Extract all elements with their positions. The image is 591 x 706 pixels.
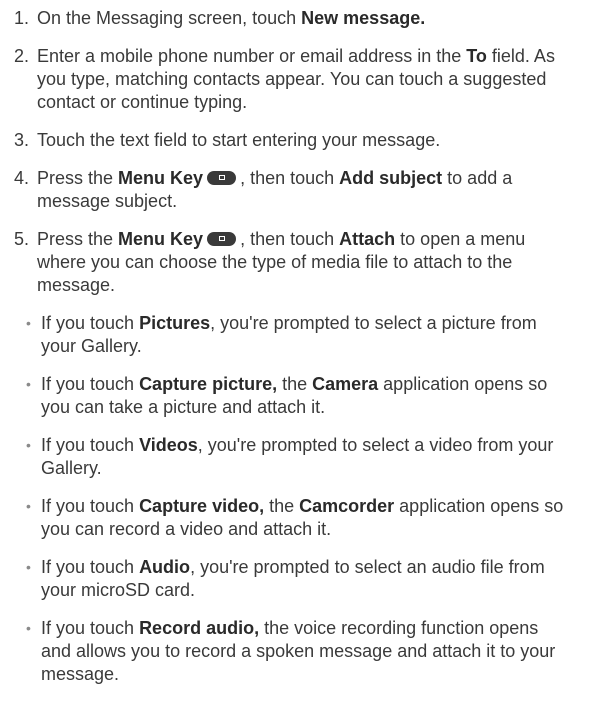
ui-term: Videos bbox=[139, 435, 198, 455]
step-item: 3. Touch the text field to start entering… bbox=[14, 129, 571, 152]
text-run: On the Messaging screen, touch bbox=[37, 8, 302, 28]
attach-option-item: • If you touch Pictures, you're prompted … bbox=[26, 312, 571, 358]
attach-option-text: If you touch Capture video, the Camcorde… bbox=[41, 495, 571, 541]
step-text: On the Messaging screen, touch New messa… bbox=[37, 7, 571, 30]
bullet-icon: • bbox=[26, 315, 31, 331]
step-number: 2. bbox=[14, 46, 30, 66]
text-run: Touch the text field to start entering y… bbox=[37, 130, 441, 150]
step-text: Press the Menu Key, then touch Attach to… bbox=[37, 228, 571, 297]
attach-option-text: If you touch Videos, you're prompted to … bbox=[41, 434, 571, 480]
ui-term: Capture picture, bbox=[139, 374, 278, 394]
step-item: 1. On the Messaging screen, touch New mes… bbox=[14, 7, 571, 30]
step-text: Touch the text field to start entering y… bbox=[37, 129, 571, 152]
text-run: , then touch bbox=[240, 168, 340, 188]
ui-term: Menu Key bbox=[118, 229, 204, 249]
attach-option-text: If you touch Capture picture, the Camera… bbox=[41, 373, 571, 419]
ui-term: To bbox=[466, 46, 487, 66]
steps-list: 1. On the Messaging screen, touch New mes… bbox=[14, 7, 571, 297]
bullet-icon: • bbox=[26, 498, 31, 514]
text-run: If you touch bbox=[41, 435, 140, 455]
ui-term: Menu Key bbox=[118, 168, 204, 188]
text-run: Press the bbox=[37, 229, 119, 249]
ui-term: Pictures bbox=[139, 313, 211, 333]
attach-option-text: If you touch Record audio, the voice rec… bbox=[41, 617, 571, 686]
step-item: 5. Press the Menu Key, then touch Attach … bbox=[14, 228, 571, 297]
text-run: the bbox=[264, 496, 300, 516]
text-run: , then touch bbox=[240, 229, 340, 249]
step-number: 3. bbox=[14, 130, 30, 150]
ui-term: Camcorder bbox=[299, 496, 395, 516]
text-run: If you touch bbox=[41, 313, 140, 333]
text-run: If you touch bbox=[41, 618, 140, 638]
attach-option-text: If you touch Audio, you're prompted to s… bbox=[41, 556, 571, 602]
bullet-icon: • bbox=[26, 376, 31, 392]
attach-option-item: • If you touch Capture picture, the Camer… bbox=[26, 373, 571, 419]
step-item: 4. Press the Menu Key , then touch Add sub… bbox=[14, 167, 571, 213]
attach-options-list: • If you touch Pictures, you're prompted … bbox=[26, 312, 571, 686]
ui-term: New message. bbox=[301, 8, 426, 28]
ui-term: Add subject bbox=[339, 168, 443, 188]
text-run: Press the bbox=[37, 168, 119, 188]
ui-term: Attach bbox=[339, 229, 396, 249]
bullet-icon: • bbox=[26, 559, 31, 575]
menu-key-icon bbox=[207, 171, 237, 185]
ui-term: Capture video, bbox=[139, 496, 265, 516]
step-text: Enter a mobile phone number or email add… bbox=[37, 45, 571, 114]
text-run: If you touch bbox=[41, 374, 140, 394]
menu-key-icon bbox=[207, 232, 237, 246]
step-text: Press the Menu Key , then touch Add subje… bbox=[37, 167, 571, 213]
step-number: 4. bbox=[14, 168, 30, 188]
attach-option-item: • If you touch Capture video, the Camcord… bbox=[26, 495, 571, 541]
attach-option-item: • If you touch Audio, you're prompted to … bbox=[26, 556, 571, 602]
bullet-icon: • bbox=[26, 437, 31, 453]
step-item: 2. Enter a mobile phone number or email a… bbox=[14, 45, 571, 114]
ui-term: Camera bbox=[312, 374, 379, 394]
bullet-icon: • bbox=[26, 620, 31, 636]
step-number: 5. bbox=[14, 229, 30, 249]
attach-option-text: If you touch Pictures, you're prompted t… bbox=[41, 312, 571, 358]
step-number: 1. bbox=[14, 8, 30, 28]
attach-option-item: • If you touch Videos, you're prompted to… bbox=[26, 434, 571, 480]
ui-term: Audio bbox=[139, 557, 191, 577]
text-run: If you touch bbox=[41, 496, 140, 516]
attach-option-item: • If you touch Record audio, the voice re… bbox=[26, 617, 571, 686]
text-run: the bbox=[277, 374, 313, 394]
text-run: Enter a mobile phone number or email add… bbox=[37, 46, 467, 66]
instruction-page: 1. On the Messaging screen, touch New mes… bbox=[0, 0, 591, 706]
text-run: If you touch bbox=[41, 557, 140, 577]
ui-term: Record audio, bbox=[139, 618, 260, 638]
